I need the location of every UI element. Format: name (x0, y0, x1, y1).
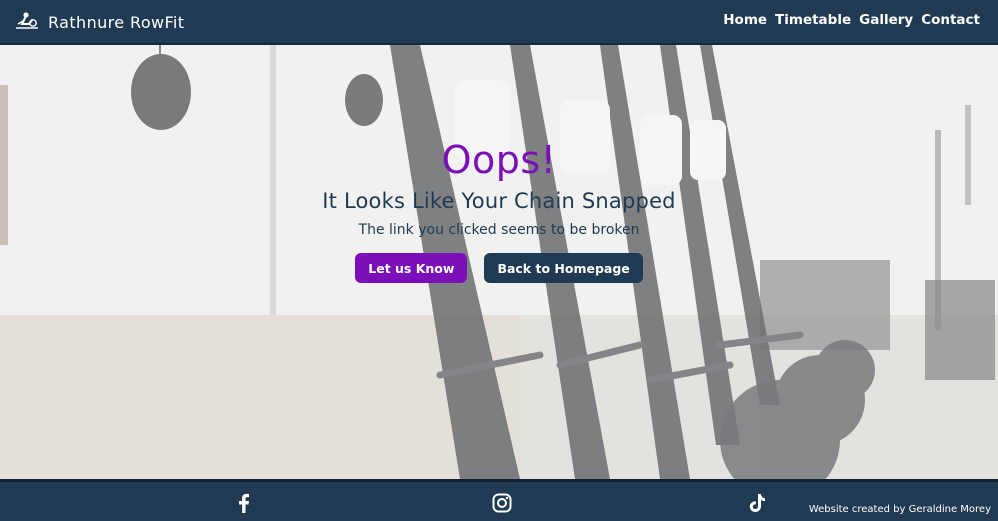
let-us-know-button[interactable]: Let us Know (355, 253, 468, 283)
error-message: The link you clicked seems to be broken (358, 222, 640, 238)
error-subheading: It Looks Like Your Chain Snapped (322, 189, 676, 213)
tiktok-icon[interactable] (746, 492, 768, 514)
top-navbar: Rathnure RowFit Home Timetable Gallery C… (0, 0, 998, 45)
nav-home[interactable]: Home (723, 12, 767, 28)
nav-timetable[interactable]: Timetable (775, 12, 851, 28)
hero-section: Oops! It Looks Like Your Chain Snapped T… (0, 45, 998, 479)
facebook-icon[interactable] (233, 492, 255, 514)
error-heading: Oops! (441, 138, 557, 182)
rower-icon (16, 12, 38, 29)
main-nav: Home Timetable Gallery Contact (723, 12, 980, 28)
footer: Website created by Geraldine Morey (0, 479, 998, 521)
brand-name: Rathnure RowFit (48, 12, 185, 32)
nav-gallery[interactable]: Gallery (859, 12, 913, 28)
nav-contact[interactable]: Contact (921, 12, 980, 28)
instagram-icon[interactable] (491, 492, 513, 514)
brand[interactable]: Rathnure RowFit (14, 9, 184, 35)
error-content: Oops! It Looks Like Your Chain Snapped T… (0, 138, 998, 283)
back-to-homepage-button[interactable]: Back to Homepage (484, 253, 643, 283)
footer-credit: Website created by Geraldine Morey (808, 504, 991, 515)
action-buttons: Let us Know Back to Homepage (0, 253, 998, 283)
